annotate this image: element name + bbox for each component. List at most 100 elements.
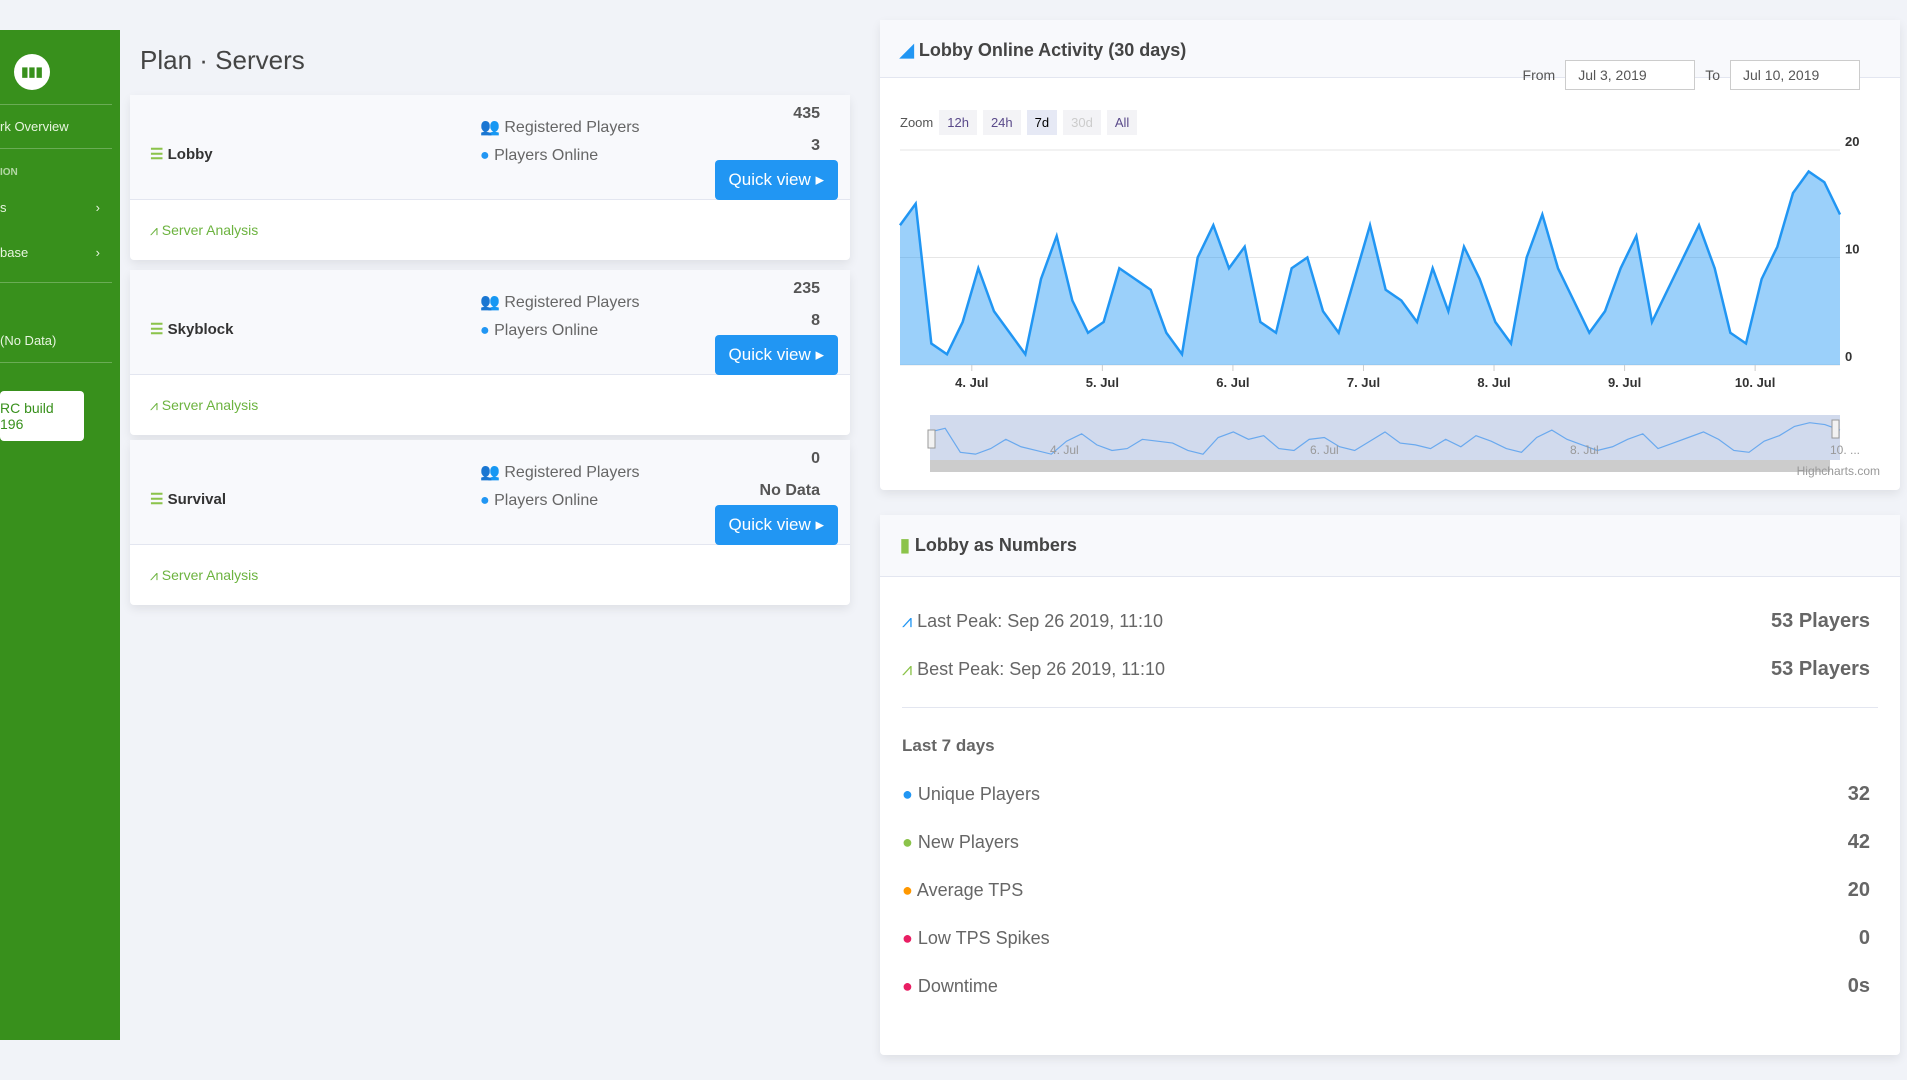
- highcharts-credit[interactable]: Highcharts.com: [1797, 464, 1880, 478]
- navigator-label: 4. Jul: [1050, 443, 1079, 457]
- y-tick-label: 0: [1845, 349, 1852, 364]
- tachometer-icon: ●: [902, 879, 917, 900]
- users-icon: ●: [902, 783, 918, 804]
- server-analysis-link[interactable]: ⩘ Server Analysis: [150, 222, 258, 239]
- user-icon: ●: [480, 492, 495, 509]
- navigator-left-handle: [927, 429, 936, 449]
- chevron-right-icon: ›: [95, 200, 100, 215]
- stat-row: ● Downtime 0s: [880, 962, 1900, 1010]
- stat-label: New Players: [917, 831, 1019, 852]
- server-icon: ☰: [150, 321, 168, 338]
- stat-label: Low TPS Spikes: [917, 927, 1050, 948]
- stat-label: Downtime: [917, 975, 998, 996]
- users-icon: 👥: [480, 294, 505, 311]
- navigator-label: 8. Jul: [1570, 443, 1599, 457]
- server-card-footer: ⩘ Server Analysis Quick view ▸: [130, 505, 850, 605]
- players-online-label: ● Players Online: [480, 492, 599, 509]
- server-analysis-link[interactable]: ⩘ Server Analysis: [150, 397, 258, 414]
- power-off-icon: ●: [902, 975, 918, 996]
- stat-label: Unique Players: [917, 783, 1040, 804]
- quick-view-button[interactable]: Quick view ▸: [714, 505, 838, 545]
- best-peak-label: Best Peak: Sep 26 2019, 11:10: [917, 658, 1166, 679]
- divider: [902, 707, 1878, 708]
- user-plus-icon: ●: [902, 831, 918, 852]
- registered-players-label: 👥 Registered Players: [480, 464, 640, 481]
- server-icon: ☰: [150, 491, 168, 508]
- sidebar-heading: ION: [0, 149, 120, 178]
- server-card: ☰ Lobby 👥 Registered Players ● Players O…: [130, 95, 850, 260]
- x-tick-label: 9. Jul: [1608, 375, 1641, 390]
- section-heading: Last 7 days: [902, 736, 995, 755]
- sidebar-item-servers[interactable]: s ›: [0, 178, 120, 215]
- registered-players-value: 0: [811, 450, 820, 467]
- stat-row: ● Low TPS Spikes 0: [880, 914, 1900, 962]
- server-card-footer: ⩘ Server Analysis Quick view ▸: [130, 160, 850, 260]
- users-icon: 👥: [480, 464, 505, 481]
- series-area: [900, 171, 1840, 365]
- line-chart-icon: ⩘: [150, 222, 162, 238]
- sidebar-item-network-overview[interactable]: rk Overview: [0, 105, 120, 134]
- server-card-footer: ⩘ Server Analysis Quick view ▸: [130, 335, 850, 435]
- caret-square-right-icon: ▸: [815, 170, 824, 189]
- version-badge[interactable]: RC build 196: [0, 391, 84, 441]
- players-online-label: ● Players Online: [480, 147, 599, 164]
- online-activity-chart[interactable]: 0 10 20 4. Jul 5. Jul 6. Jul 7. Jul 8. Jul 9. Ju…: [880, 20, 1900, 490]
- players-online-value: 8: [811, 312, 820, 329]
- x-tick-label: 8. Jul: [1477, 375, 1510, 390]
- chevron-right-icon: ›: [95, 245, 100, 260]
- navigator-label: 10. ...: [1830, 443, 1860, 457]
- caret-square-right-icon: ▸: [815, 345, 824, 364]
- navigator-scrollbar: [930, 460, 1830, 472]
- registered-players-value: 435: [793, 105, 820, 122]
- quick-view-button[interactable]: Quick view ▸: [714, 160, 838, 200]
- sidebar-heading-label: ION: [0, 167, 18, 178]
- server-icon: ☰: [150, 146, 168, 163]
- line-chart-icon: ⩘: [150, 397, 162, 413]
- players-online-label: ● Players Online: [480, 322, 599, 339]
- registered-players-value: 235: [793, 280, 820, 297]
- server-name: ☰ Survival: [150, 491, 226, 508]
- sidebar-item-database[interactable]: base ›: [0, 215, 120, 260]
- sidebar-item-no-data[interactable]: (No Data): [0, 283, 120, 348]
- server-card: ☰ Skyblock 👥 Registered Players ● Player…: [130, 270, 850, 435]
- sidebar-item-label: s: [0, 200, 7, 215]
- server-name: ☰ Lobby: [150, 146, 213, 163]
- quick-view-button[interactable]: Quick view ▸: [714, 335, 838, 375]
- server-analysis-link[interactable]: ⩘ Server Analysis: [150, 567, 258, 584]
- sidebar-item-label: rk Overview: [0, 119, 69, 134]
- x-tick-label: 4. Jul: [955, 375, 988, 390]
- sidebar: ▮▮▮ rk Overview ION s › base › (No Data) R…: [0, 30, 120, 1040]
- best-peak-row: ⩘ Best Peak: Sep 26 2019, 11:10 53 Player…: [880, 645, 1900, 693]
- x-tick-label: 6. Jul: [1216, 375, 1249, 390]
- stat-label: Average TPS: [916, 879, 1024, 900]
- registered-players-label: 👥 Registered Players: [480, 294, 640, 311]
- stat-value: 20: [1847, 878, 1870, 901]
- online-activity-panel: ◢ Lobby Online Activity (30 days) From T…: [880, 20, 1900, 490]
- stat-value: 42: [1847, 830, 1870, 853]
- stat-row: ● Unique Players 32: [880, 770, 1900, 818]
- server-card: ☰ Survival 👥 Registered Players ● Player…: [130, 440, 850, 605]
- user-icon: ●: [480, 322, 495, 339]
- y-tick-label: 10: [1845, 242, 1859, 257]
- sidebar-item-label: (No Data): [0, 333, 57, 348]
- line-chart-icon: ⩘: [902, 658, 918, 679]
- user-icon: ●: [480, 147, 495, 164]
- book-icon: ▮: [900, 535, 915, 555]
- best-peak-value: 53 Players: [1771, 657, 1870, 680]
- sidebar-item-label: base: [0, 245, 29, 260]
- players-online-value: 3: [811, 137, 820, 154]
- line-chart-icon: ⩘: [902, 610, 918, 631]
- panel-header: ▮ Lobby as Numbers: [880, 515, 1900, 577]
- y-tick-label: 20: [1845, 134, 1859, 149]
- x-tick-label: 5. Jul: [1086, 375, 1119, 390]
- page-title: Plan · Servers: [140, 45, 305, 75]
- last-peak-label: Last Peak: Sep 26 2019, 11:10: [917, 610, 1164, 631]
- line-chart-icon: ⩘: [150, 567, 162, 583]
- users-icon: 👥: [480, 119, 505, 136]
- stat-row: ● New Players 42: [880, 818, 1900, 866]
- exclamation-circle-icon: ●: [902, 927, 918, 948]
- x-tick-label: 10. Jul: [1735, 375, 1775, 390]
- divider: [0, 362, 112, 363]
- x-tick-label: 7. Jul: [1347, 375, 1380, 390]
- plan-logo-icon[interactable]: ▮▮▮: [14, 54, 50, 90]
